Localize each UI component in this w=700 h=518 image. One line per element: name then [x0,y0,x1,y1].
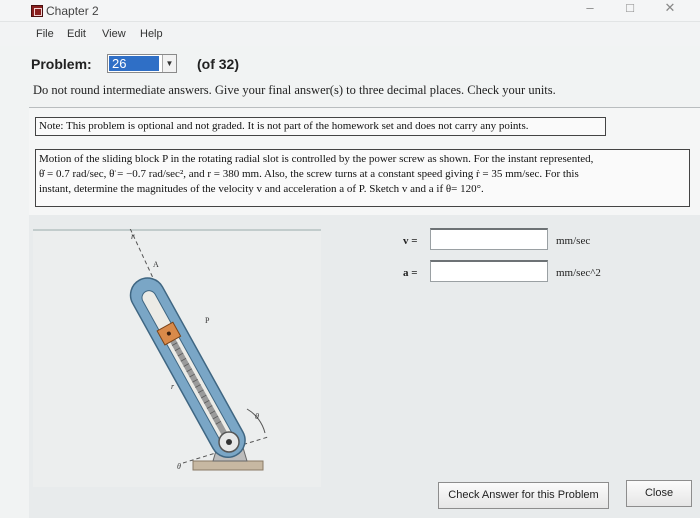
velocity-input[interactable] [430,228,548,250]
problem-statement-line: θ̇ = 0.7 rad/sec, θ̈ = −0.7 rad/sec², an… [39,168,579,180]
problem-statement-line: Motion of the sliding block P in the rot… [39,153,594,165]
problem-dropdown-value: 26 [109,56,159,71]
acceleration-label: a = [403,267,418,279]
app-icon [31,5,43,17]
acceleration-input[interactable] [430,260,548,282]
figure-label-r2: r [171,382,175,391]
velocity-unit: mm/sec [556,235,591,247]
menu-edit[interactable]: Edit [67,28,86,40]
problem-label: Problem: [31,56,92,72]
window-title: Chapter 2 [46,4,99,18]
velocity-label: v = [403,235,418,247]
problem-count: (of 32) [197,56,239,72]
acceleration-unit: mm/sec^2 [556,267,601,279]
menu-bar: File Edit View Help [0,22,700,46]
menu-view[interactable]: View [102,28,126,40]
instructions-text: Do not round intermediate answers. Give … [33,83,556,97]
figure-label-r: r [131,231,135,241]
problem-statement-line: instant, determine the magnitudes of the… [39,183,484,195]
figure-label-p: P [205,316,210,325]
figure-label-a: A [153,260,159,269]
menu-help[interactable]: Help [140,28,163,40]
problem-statement: Motion of the sliding block P in the rot… [35,149,690,207]
title-bar: Chapter 2 – □ ✕ [0,0,700,22]
app-window: Chapter 2 – □ ✕ File Edit View Help Prob… [0,0,700,518]
mechanism-diagram: r A P r θ θ [33,223,321,471]
problem-selector-row: Problem: 26 ▼ (of 32) [0,48,700,80]
chevron-down-icon[interactable]: ▼ [162,55,176,72]
menu-file[interactable]: File [36,28,54,40]
problem-dropdown[interactable]: 26 ▼ [107,54,177,73]
check-answer-button[interactable]: Check Answer for this Problem [438,482,609,509]
note-box: Note: This problem is optional and not g… [35,117,606,136]
mechanism-figure: r A P r θ θ [33,223,321,487]
close-button[interactable]: Close [626,480,692,507]
figure-label-theta2: θ [177,462,181,471]
figure-label-theta: θ [255,412,259,421]
minimize-icon[interactable]: – [575,0,605,20]
maximize-icon[interactable]: □ [615,0,645,20]
close-window-icon[interactable]: ✕ [655,0,685,20]
